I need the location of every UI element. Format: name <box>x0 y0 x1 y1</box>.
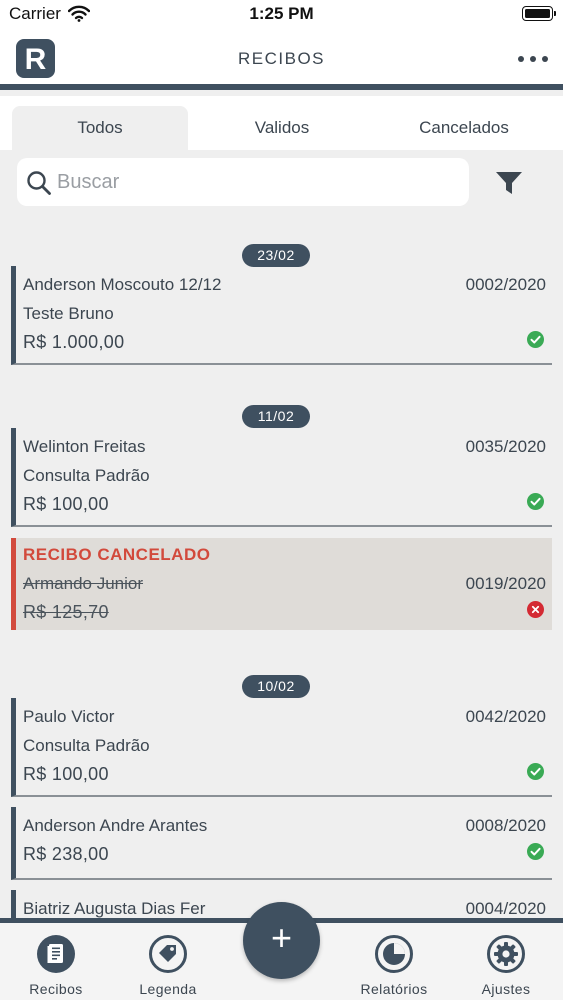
receipt-amount: R$ 1.000,00 <box>23 332 125 352</box>
more-options-button[interactable] <box>510 46 554 70</box>
bottom-tab-label: Ajustes <box>481 981 531 997</box>
receipt-client-name: Anderson Moscouto 12/12 <box>23 275 222 294</box>
more-dot-icon <box>518 56 524 62</box>
receipt-description: Consulta Padrão <box>23 736 150 755</box>
bottom-tab-label: Legenda <box>139 981 197 997</box>
valid-check-icon <box>527 843 544 860</box>
tag-icon <box>149 935 187 973</box>
receipt-amount: R$ 100,00 <box>23 494 109 514</box>
receipt-client-name: Welinton Freitas <box>23 437 146 456</box>
valid-check-icon <box>527 331 544 348</box>
receipt-amount: R$ 100,00 <box>23 764 109 784</box>
bottom-tab-recibos[interactable]: Recibos <box>16 931 96 1000</box>
filter-icon[interactable] <box>494 169 524 197</box>
more-dot-icon <box>530 56 536 62</box>
battery-icon <box>522 6 556 21</box>
bottom-tab-ajustes[interactable]: Ajustes <box>466 931 546 1000</box>
date-badge: 23/02 <box>242 244 310 267</box>
date-badge: 11/02 <box>242 405 310 428</box>
plus-icon: + <box>270 917 293 958</box>
bottom-tab-label: Relatórios <box>360 981 428 997</box>
clock: 1:25 PM <box>249 4 314 23</box>
bottom-tab-label: Recibos <box>29 981 83 997</box>
bottom-tab-relatorios[interactable]: Relatórios <box>354 931 434 1000</box>
receipt-number: 0035/2020 <box>465 437 546 456</box>
receipt-number: 0002/2020 <box>465 275 546 294</box>
page-title: RECIBOS <box>237 49 326 68</box>
receipt-description: Teste Bruno <box>23 304 114 323</box>
receipt-row[interactable]: Anderson Moscouto 12/12 0002/2020 Teste … <box>11 266 552 365</box>
bottom-tab-legenda[interactable]: Legenda <box>128 931 208 1000</box>
tab-cancelados[interactable]: Cancelados <box>376 106 552 150</box>
tab-validos[interactable]: Validos <box>194 106 370 150</box>
more-dot-icon <box>542 56 548 62</box>
add-receipt-button[interactable]: + <box>243 902 320 979</box>
receipt-number: 0042/2020 <box>465 707 546 726</box>
gear-icon <box>487 935 525 973</box>
cancelled-x-icon <box>527 601 544 618</box>
receipt-amount: R$ 125,70 <box>23 602 109 622</box>
filter-tabs: Todos Validos Cancelados <box>0 96 563 150</box>
search-icon <box>27 171 51 195</box>
receipt-row[interactable]: Welinton Freitas 0035/2020 Consulta Padr… <box>11 428 552 527</box>
valid-check-icon <box>527 763 544 780</box>
pie-chart-icon <box>375 935 413 973</box>
receipt-amount: R$ 238,00 <box>23 844 109 864</box>
valid-check-icon <box>527 493 544 510</box>
receipt-description: Consulta Padrão <box>23 466 150 485</box>
receipt-icon <box>37 935 75 973</box>
navigation-bar: R RECIBOS <box>0 28 563 90</box>
search-box <box>17 158 469 206</box>
date-badge: 10/02 <box>242 675 310 698</box>
receipt-number: 0019/2020 <box>465 574 546 593</box>
tab-todos[interactable]: Todos <box>12 106 188 150</box>
receipt-row[interactable]: Paulo Victor 0042/2020 Consulta Padrão R… <box>11 698 552 797</box>
receipt-client-name: Paulo Victor <box>23 707 115 726</box>
receipt-row-cancelled[interactable]: RECIBO CANCELADO Armando Junior 0019/202… <box>11 538 552 630</box>
receipt-client-name: Biatriz Augusta Dias Fer <box>23 899 206 918</box>
receipt-client-name: Anderson Andre Arantes <box>23 816 208 835</box>
receipt-number: 0008/2020 <box>465 816 546 835</box>
cancelled-label: RECIBO CANCELADO <box>23 545 211 564</box>
search-input[interactable] <box>57 166 457 198</box>
receipt-row[interactable]: Anderson Andre Arantes 0008/2020 R$ 238,… <box>11 807 552 880</box>
status-bar: Carrier 1:25 PM <box>0 0 563 28</box>
receipt-number: 0004/2020 <box>465 899 546 918</box>
receipt-client-name: Armando Junior <box>23 574 144 593</box>
